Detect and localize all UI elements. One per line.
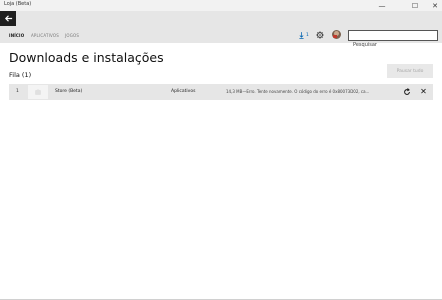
- nav-bar: INÍCIO APLICATIVOS JOGOS 1: [0, 11, 442, 50]
- downloads-indicator[interactable]: 1: [299, 31, 312, 40]
- minimize-button[interactable]: —: [370, 0, 394, 11]
- avatar-badge: [333, 35, 337, 38]
- tab-inicio[interactable]: INÍCIO: [9, 33, 24, 38]
- retry-icon[interactable]: [403, 88, 411, 96]
- close-window-button[interactable]: ✕: [423, 0, 442, 11]
- tab-jogos[interactable]: JOGOS: [65, 33, 79, 38]
- downloads-count: 1: [306, 33, 309, 38]
- app-category: Aplicativos: [171, 89, 196, 94]
- app-name: Store (Beta): [55, 89, 83, 94]
- queue-item-index: 1: [16, 89, 19, 94]
- app-thumbnail: [28, 85, 48, 99]
- queue-heading: Fila (1): [9, 71, 32, 79]
- store-bag-icon: [35, 89, 41, 95]
- title-bar: Loja (Beta) — ☐ ✕: [0, 0, 442, 11]
- back-button[interactable]: [0, 11, 16, 26]
- queue-row[interactable]: 1 Store (Beta) Aplicativos 14,3 MB—Erro.…: [9, 84, 433, 100]
- tab-aplicativos[interactable]: APLICATIVOS: [31, 33, 59, 38]
- pause-all-button[interactable]: Pausar tudo: [387, 64, 433, 78]
- gear-icon[interactable]: [316, 31, 324, 39]
- search-box[interactable]: [348, 30, 438, 50]
- page-title: Downloads e instalações: [9, 50, 164, 65]
- search-input[interactable]: [349, 40, 437, 50]
- back-arrow-icon: [4, 15, 12, 22]
- user-avatar[interactable]: [332, 30, 341, 39]
- window-title: Loja (Beta): [4, 1, 32, 7]
- download-arrow-icon: [299, 32, 304, 39]
- cancel-download-icon[interactable]: ✕: [419, 87, 428, 96]
- download-status: 14,3 MB—Erro. Tente novamente. O código …: [226, 89, 370, 94]
